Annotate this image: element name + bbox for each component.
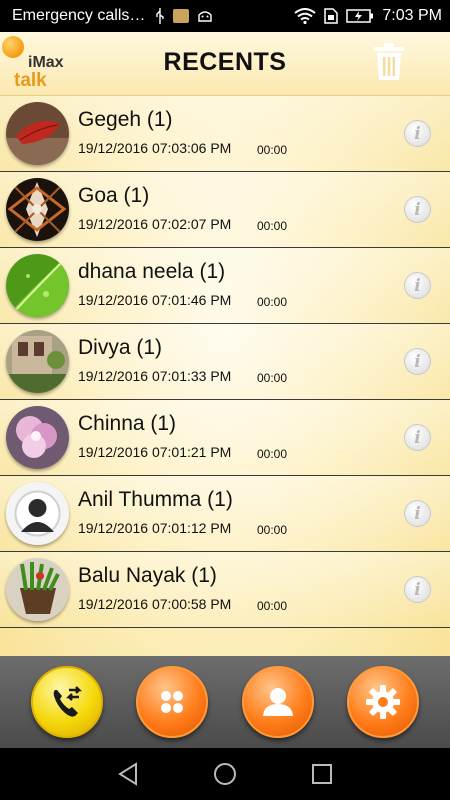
call-datetime: 19/12/2016 07:01:21 PM — [78, 444, 232, 460]
call-log-row[interactable]: Anil Thumma (1) 19/12/2016 07:01:12 PM 0… — [0, 476, 450, 552]
call-duration: 00:00 — [257, 371, 288, 385]
info-icon[interactable]: i — [404, 500, 431, 527]
call-log-row[interactable]: Balu Nayak (1) 19/12/2016 07:00:58 PM 00… — [0, 552, 450, 628]
system-nav-bar — [0, 748, 450, 800]
back-triangle-icon — [118, 762, 138, 786]
call-log-row[interactable]: Gegeh (1) 19/12/2016 07:03:06 PM 00:00 i — [0, 96, 450, 172]
call-duration: 00:00 — [257, 523, 288, 537]
app-screen: iMax talk RECENTS Gegeh (1) 19/12/2016 0… — [0, 32, 450, 748]
gallery-notification-icon — [173, 9, 190, 23]
info-icon[interactable]: i — [404, 120, 431, 147]
contact-avatar — [6, 102, 69, 165]
bottom-tab-bar — [0, 656, 450, 748]
android-debug-icon — [198, 11, 213, 22]
status-bar: Emergency calls… 7:03 PM — [0, 0, 450, 32]
call-transfer-icon — [53, 686, 82, 717]
home-button[interactable] — [211, 760, 239, 788]
contact-avatar — [6, 558, 69, 621]
call-datetime: 19/12/2016 07:01:33 PM — [78, 368, 232, 384]
usb-icon — [156, 8, 165, 24]
call-datetime: 19/12/2016 07:00:58 PM — [78, 596, 232, 612]
call-datetime: 19/12/2016 07:01:46 PM — [78, 292, 232, 308]
call-duration: 00:00 — [257, 219, 288, 233]
contact-name: Gegeh (1) — [78, 108, 173, 131]
call-duration: 00:00 — [257, 447, 288, 461]
default-person-icon — [6, 482, 69, 545]
call-datetime: 19/12/2016 07:01:12 PM — [78, 520, 232, 536]
trash-icon — [374, 43, 404, 80]
sim-icon — [324, 8, 339, 24]
delete-all-button[interactable] — [372, 42, 406, 82]
clock: 7:03 PM — [382, 7, 442, 24]
battery-charging-icon — [346, 9, 374, 23]
contact-name: Balu Nayak (1) — [78, 564, 217, 587]
contact-icon — [262, 688, 293, 716]
contact-avatar — [6, 406, 69, 469]
contact-name: dhana neela (1) — [78, 260, 226, 283]
contact-avatar — [6, 254, 69, 317]
header: iMax talk RECENTS — [0, 32, 450, 96]
back-button[interactable] — [114, 760, 142, 788]
recents-list: Gegeh (1) 19/12/2016 07:03:06 PM 00:00 i… — [0, 96, 450, 628]
dialpad-icon — [161, 691, 184, 713]
call-datetime: 19/12/2016 07:02:07 PM — [78, 216, 232, 232]
contact-avatar — [6, 330, 69, 393]
info-icon[interactable]: i — [404, 348, 431, 375]
carrier-text: Emergency calls… — [12, 7, 146, 24]
call-log-row[interactable]: Divya (1) 19/12/2016 07:01:33 PM 00:00 i — [0, 324, 450, 400]
call-datetime: 19/12/2016 07:03:06 PM — [78, 140, 232, 156]
recent-apps-button[interactable] — [308, 760, 336, 788]
contact-name: Anil Thumma (1) — [78, 488, 233, 511]
call-duration: 00:00 — [257, 599, 288, 613]
contact-name: Goa (1) — [78, 184, 150, 207]
call-log-row[interactable]: Goa (1) 19/12/2016 07:02:07 PM 00:00 i — [0, 172, 450, 248]
call-log-row[interactable]: Chinna (1) 19/12/2016 07:01:21 PM 00:00 … — [0, 400, 450, 476]
settings-gear-icon — [366, 685, 401, 719]
recent-apps-square-icon — [311, 764, 332, 784]
info-icon[interactable]: i — [404, 576, 431, 603]
home-circle-icon — [213, 763, 236, 785]
contact-name: Chinna (1) — [78, 412, 177, 435]
contact-avatar — [6, 482, 69, 545]
tab-settings[interactable] — [347, 666, 420, 738]
tab-dialpad[interactable] — [136, 666, 209, 738]
call-duration: 00:00 — [257, 295, 288, 309]
call-duration: 00:00 — [257, 143, 288, 157]
tab-recents[interactable] — [30, 666, 103, 738]
call-log-row[interactable]: dhana neela (1) 19/12/2016 07:01:46 PM 0… — [0, 248, 450, 324]
info-icon[interactable]: i — [404, 272, 431, 299]
wifi-icon — [294, 8, 317, 24]
contact-name: Divya (1) — [78, 336, 163, 359]
info-icon[interactable]: i — [404, 424, 431, 451]
tab-contacts[interactable] — [241, 666, 314, 738]
info-icon[interactable]: i — [404, 196, 431, 223]
contact-avatar — [6, 178, 69, 241]
